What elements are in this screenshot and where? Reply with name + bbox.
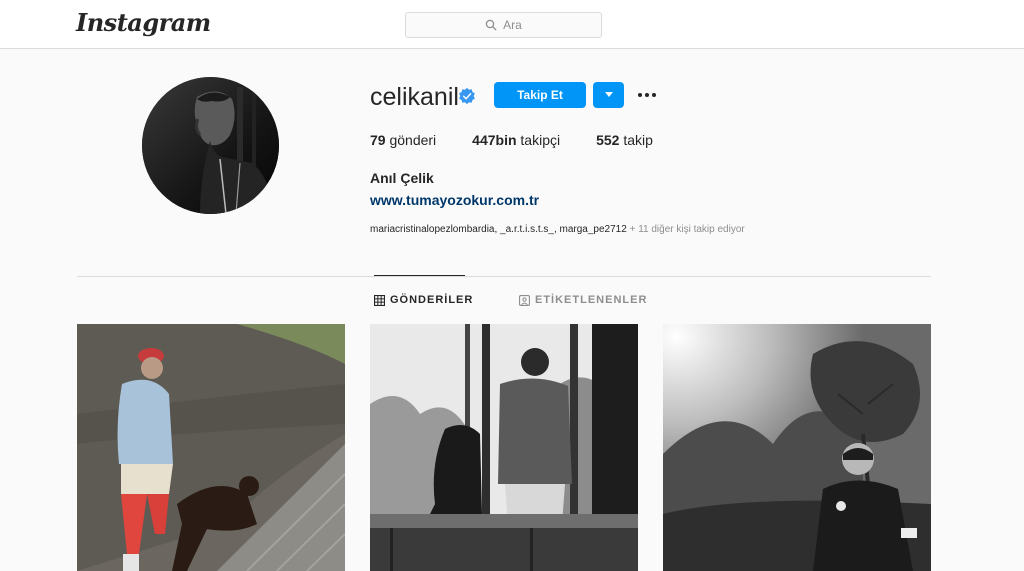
tab-posts-label: GÖNDERİLER (390, 294, 474, 306)
profile-stats: 79 gönderi 447bin takipçi 552 takip (370, 132, 689, 148)
follow-button[interactable]: Takip Et (494, 82, 586, 108)
posts-count: 79 (370, 132, 386, 148)
top-navigation-bar: Instagram Ara (0, 0, 1024, 49)
post-thumbnail[interactable] (370, 324, 638, 571)
post-thumbnail[interactable] (77, 324, 345, 571)
dot-icon (652, 93, 656, 97)
post-image-man-under-tree (663, 324, 931, 571)
profile-website-link[interactable]: www.tumayozokur.com.tr (370, 192, 539, 208)
suggestions-dropdown-button[interactable] (593, 82, 624, 108)
tabs-divider (77, 276, 931, 277)
post-thumbnail[interactable] (663, 324, 931, 571)
caret-down-icon (604, 92, 613, 97)
followers-count: 447bin (472, 132, 517, 148)
followers-stat[interactable]: 447bin takipçi (472, 132, 560, 148)
more-options-button[interactable] (636, 86, 658, 104)
following-label: takip (623, 132, 653, 148)
posts-stat: 79 gönderi (370, 132, 436, 148)
search-placeholder: Ara (503, 18, 522, 32)
profile-username: celikanil (370, 83, 459, 111)
active-tab-indicator (374, 275, 465, 276)
avatar-photo (142, 77, 279, 214)
followed-by-names: mariacristinalopezlombardia, _a.r.t.i.s.… (370, 224, 627, 235)
tagged-icon (519, 294, 530, 306)
post-image-man-and-dog-at-window (370, 324, 638, 571)
following-count: 552 (596, 132, 620, 148)
following-stat[interactable]: 552 takip (596, 132, 653, 148)
profile-full-name: Anıl Çelik (370, 170, 434, 186)
followed-by-extra: + 11 diğer kişi takip ediyor (626, 224, 745, 235)
verified-badge-icon (459, 87, 475, 105)
tab-tagged-label: ETİKETLENENLER (535, 294, 648, 306)
dot-icon (645, 93, 649, 97)
tab-tagged[interactable]: ETİKETLENENLER (519, 294, 647, 306)
search-icon (485, 19, 497, 31)
profile-avatar[interactable] (142, 77, 279, 214)
posts-label: gönderi (389, 132, 437, 148)
followers-label: takipçi (520, 132, 561, 148)
tab-posts[interactable]: GÖNDERİLER (374, 294, 473, 306)
followed-by-link[interactable]: mariacristinalopezlombardia, _a.r.t.i.s.… (370, 224, 745, 235)
search-input[interactable]: Ara (405, 12, 602, 38)
instagram-logo[interactable]: Instagram (76, 8, 211, 37)
grid-icon (374, 294, 385, 306)
dot-icon (638, 93, 642, 97)
post-image-man-walking-dog (77, 324, 345, 571)
